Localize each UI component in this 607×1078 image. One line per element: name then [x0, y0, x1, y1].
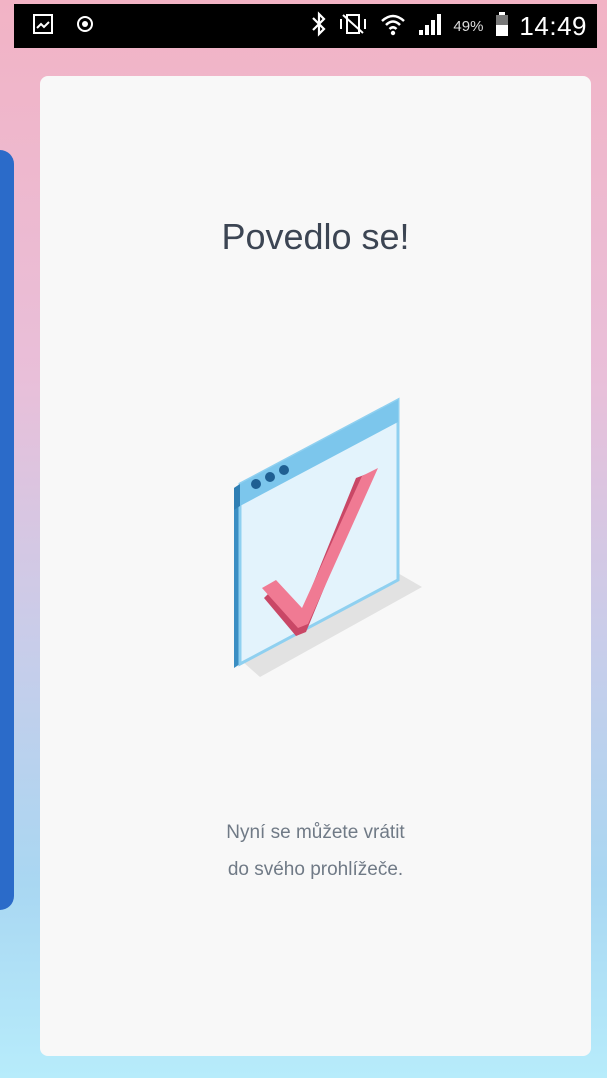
image-icon: [32, 13, 54, 40]
status-bar-right: 49% 14:49: [311, 9, 587, 43]
vibrate-icon: [337, 11, 369, 42]
bluetooth-icon: [311, 10, 327, 42]
message-line-1: Nyní se můžete vrátit: [226, 822, 405, 843]
message-line-2: do svého prohlížeče.: [227, 859, 404, 880]
screen: 49% 14:49 Povedlo se! Nyní se můžete vrá…: [0, 0, 607, 1078]
status-time: 14:49: [519, 10, 587, 41]
signal-icon: [417, 12, 443, 41]
sidebar-peek: [0, 150, 14, 910]
wifi-icon: [379, 10, 407, 43]
battery-percent: 49%: [453, 17, 484, 35]
status-bar-left: [32, 13, 94, 39]
status-bar: 49% 14:49: [14, 4, 597, 48]
success-illustration: [216, 392, 426, 692]
browser-checkmark-icon: [234, 397, 422, 677]
page-title: Povedlo se!: [221, 216, 410, 257]
success-message: Nyní se můžete vrátit do svého prohlížeč…: [40, 814, 591, 888]
shield-icon: [76, 14, 94, 39]
battery-icon: [495, 11, 509, 42]
success-card: Povedlo se! Nyní se můžete vrátit do své…: [40, 76, 591, 1056]
